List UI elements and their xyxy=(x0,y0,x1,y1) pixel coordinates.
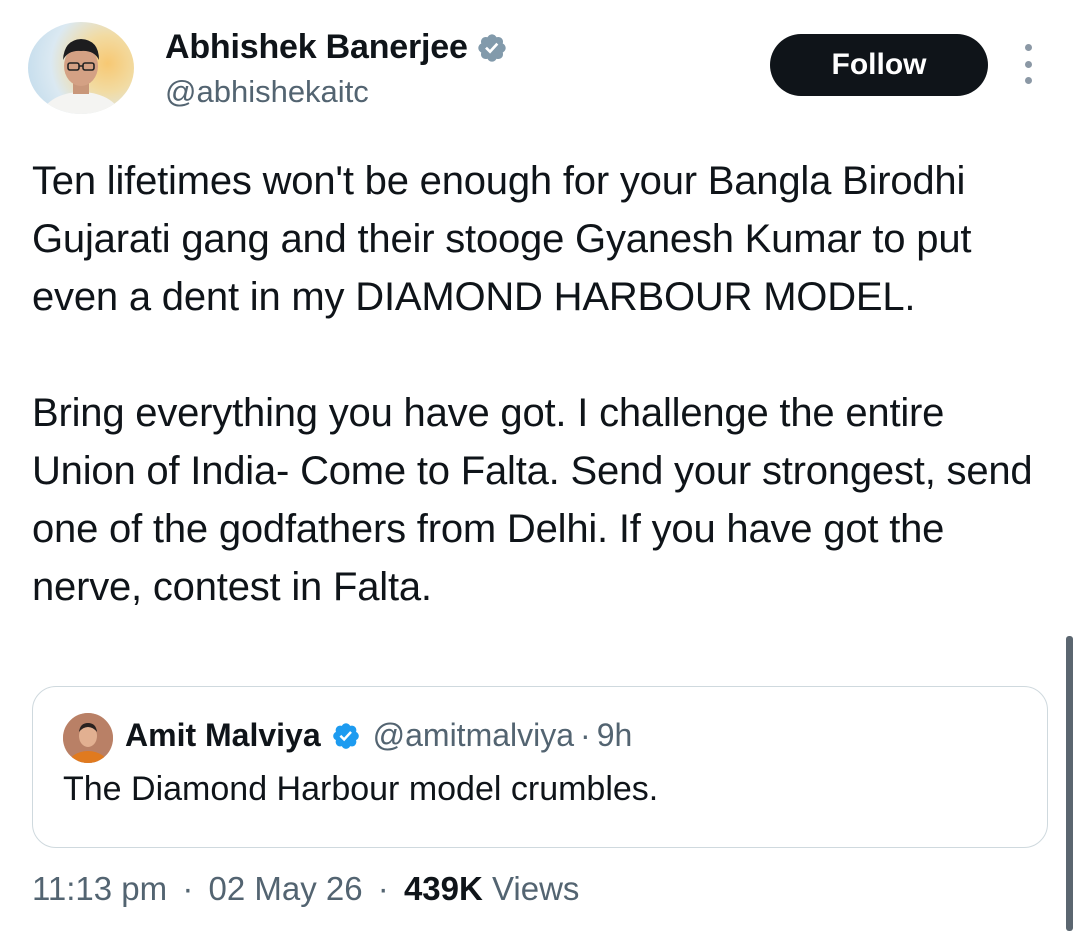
tweet-paragraph-1: Ten lifetimes won't be enough for your B… xyxy=(32,159,972,319)
scrollbar[interactable] xyxy=(1066,636,1073,931)
verified-badge-icon[interactable] xyxy=(476,32,508,64)
quoted-author-handle[interactable]: @amitmalviya xyxy=(373,717,574,754)
views-count[interactable]: 439K xyxy=(404,870,483,907)
author-handle[interactable]: @abhishekaitc xyxy=(165,74,369,110)
author-name-text: Abhishek Banerjee xyxy=(165,28,468,66)
follow-button[interactable]: Follow xyxy=(770,34,988,96)
dot xyxy=(1024,44,1032,51)
quoted-avatar-image xyxy=(63,713,113,763)
quoted-tweet-text: The Diamond Harbour model crumbles. xyxy=(63,770,659,808)
quoted-tweet-header: Amit Malviya @amitmalviya · 9h xyxy=(125,717,632,754)
tweet-time[interactable]: 11:13 pm xyxy=(32,870,167,907)
separator: · xyxy=(580,717,591,753)
quoted-tweet-time[interactable]: 9h xyxy=(597,717,633,754)
author-name[interactable]: Abhishek Banerjee xyxy=(165,28,508,67)
dot xyxy=(1024,77,1032,84)
quoted-tweet-card[interactable]: Amit Malviya @amitmalviya · 9h The Diamo… xyxy=(32,686,1048,848)
tweet-text: Ten lifetimes won't be enough for your B… xyxy=(32,152,1042,616)
author-avatar[interactable] xyxy=(28,22,134,114)
quoted-author-name[interactable]: Amit Malviya xyxy=(125,717,321,754)
separator: · xyxy=(377,870,389,907)
quoted-author-avatar[interactable] xyxy=(63,713,113,763)
tweet-date[interactable]: 02 May 26 xyxy=(209,870,363,907)
tweet-meta: 11:13 pm · 02 May 26 · 439K Views xyxy=(32,870,579,908)
tweet-paragraph-2: Bring everything you have got. I challen… xyxy=(32,391,1033,609)
separator: · xyxy=(182,870,194,907)
verified-badge-icon[interactable] xyxy=(331,721,361,751)
views-label[interactable]: Views xyxy=(492,870,579,907)
author-avatar-image xyxy=(41,39,121,114)
dot xyxy=(1024,60,1032,68)
more-vertical-icon[interactable] xyxy=(1016,44,1040,84)
